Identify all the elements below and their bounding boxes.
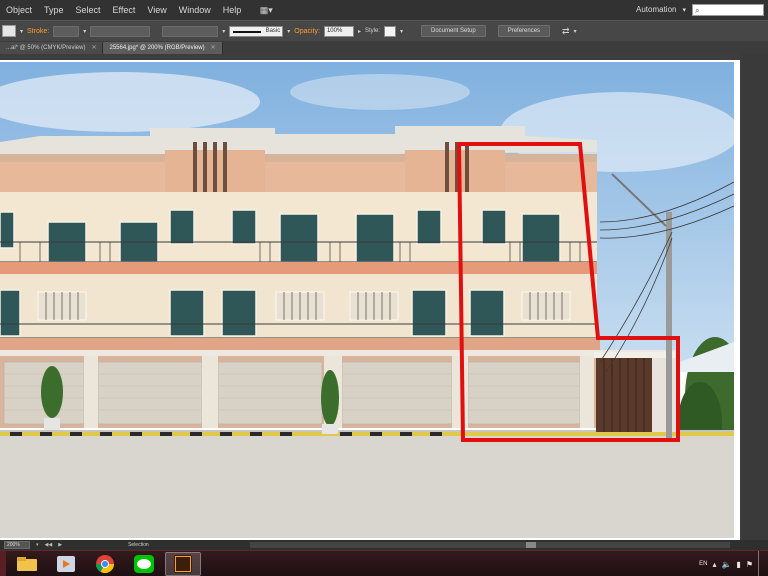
tray-arrow-icon[interactable]: ▴ — [712, 560, 716, 569]
system-tray: EN ▴ 🔈 ▮ ⚑ — [699, 551, 768, 576]
media-player-icon — [57, 555, 75, 572]
taskbar-media-player[interactable] — [48, 552, 84, 576]
first-artboard-icon[interactable]: ◀◀ — [45, 542, 53, 548]
illustrator-icon — [174, 554, 192, 573]
variable-width-field[interactable] — [90, 25, 151, 37]
opacity-label[interactable]: Opacity: — [294, 28, 320, 35]
status-bar: 200% ▾ ◀◀ ▶ Selection — [0, 540, 768, 550]
brush-field[interactable] — [162, 25, 219, 37]
chevron-down-icon: ▾ — [682, 7, 686, 14]
tab-label: 25564.jpg* @ 200% (RGB/Preview) — [109, 45, 205, 51]
document-canvas[interactable] — [0, 54, 768, 540]
taskbar-chrome[interactable] — [87, 552, 123, 576]
chevron-right-icon[interactable]: ▸ — [358, 28, 361, 35]
fill-swatch[interactable] — [2, 25, 16, 37]
stroke-profile-select[interactable]: Basic — [229, 25, 284, 37]
tab-label: ...ai* @ 50% (CMYK/Preview) — [6, 45, 86, 51]
windows-taskbar: EN ▴ 🔈 ▮ ⚑ — [0, 550, 768, 576]
close-icon[interactable]: ✕ — [211, 42, 216, 54]
preferences-button[interactable]: Preferences — [497, 25, 551, 37]
help-search-input[interactable]: ⌕ — [692, 4, 764, 16]
menu-effect[interactable]: Effect — [107, 0, 142, 20]
graphic-style-swatch[interactable] — [383, 25, 396, 37]
chevron-down-icon[interactable]: ▾ — [20, 28, 23, 35]
zoom-field[interactable]: 200% — [4, 541, 30, 549]
document-setup-button[interactable]: Document Setup — [420, 25, 486, 37]
chevron-down-icon[interactable]: ▾ — [287, 28, 290, 35]
vertical-scrollbar[interactable] — [742, 54, 768, 540]
next-artboard-icon[interactable]: ▶ — [58, 542, 62, 548]
tab-document-1[interactable]: ...ai* @ 50% (CMYK/Preview) ✕ — [0, 42, 104, 54]
start-button[interactable] — [0, 550, 6, 576]
stroke-profile-label: Basic — [265, 27, 281, 34]
arrange-icon[interactable]: ⇄ — [562, 26, 570, 37]
stroke-weight-field[interactable] — [53, 25, 80, 37]
chevron-down-icon[interactable]: ▾ — [36, 542, 39, 548]
line-app-icon — [134, 554, 154, 573]
control-bar: ▾ Stroke: ▾ ▾ Basic ▾ Opacity: 100% ▸ St… — [0, 20, 768, 41]
taskbar-file-explorer[interactable] — [9, 552, 45, 576]
menu-object[interactable]: Object — [0, 0, 38, 20]
chevron-down-icon[interactable]: ▾ — [400, 28, 403, 35]
taskbar-illustrator[interactable] — [165, 551, 201, 576]
stroke-label[interactable]: Stroke: — [27, 28, 49, 35]
volume-icon[interactable]: 🔈 — [721, 560, 731, 569]
language-indicator[interactable]: EN — [699, 561, 707, 567]
horizontal-scrollbar[interactable] — [250, 542, 730, 548]
chrome-icon — [96, 554, 114, 573]
scroll-thumb[interactable] — [526, 542, 536, 548]
document-tab-bar: ...ai* @ 50% (CMYK/Preview) ✕ 25564.jpg*… — [0, 41, 768, 54]
network-icon[interactable]: ▮ — [736, 560, 740, 569]
chevron-down-icon[interactable]: ▾ — [83, 28, 86, 35]
chevron-down-icon[interactable]: ▾ — [574, 28, 577, 35]
taskbar-line[interactable] — [126, 552, 162, 576]
menu-window[interactable]: Window — [173, 0, 217, 20]
workspace-switcher[interactable]: Automation ▾ — [636, 0, 686, 20]
style-label: Style: — [364, 28, 380, 34]
search-icon: ⌕ — [695, 6, 700, 15]
menu-view[interactable]: View — [141, 0, 172, 20]
folder-icon — [17, 556, 37, 571]
townhouse-photo — [0, 62, 734, 538]
show-desktop-button[interactable] — [758, 551, 762, 576]
flag-icon[interactable]: ⚑ — [746, 560, 753, 569]
workspace-label: Automation — [636, 5, 677, 14]
arrange-documents-icon[interactable]: ▦▾ — [257, 4, 275, 16]
chevron-down-icon[interactable]: ▾ — [222, 28, 225, 35]
placed-image-townhouse[interactable] — [0, 62, 734, 538]
current-tool-label: Selection — [128, 542, 149, 548]
menu-bar: Object Type Select Effect View Window He… — [0, 0, 768, 20]
tab-document-2[interactable]: 25564.jpg* @ 200% (RGB/Preview) ✕ — [103, 42, 223, 54]
menu-type[interactable]: Type — [38, 0, 70, 20]
menu-select[interactable]: Select — [70, 0, 107, 20]
menu-help[interactable]: Help — [217, 0, 248, 20]
close-icon[interactable]: ✕ — [91, 42, 96, 54]
opacity-field[interactable]: 100% — [323, 25, 354, 37]
illustrator-window: Object Type Select Effect View Window He… — [0, 0, 768, 576]
artboard — [0, 60, 740, 540]
